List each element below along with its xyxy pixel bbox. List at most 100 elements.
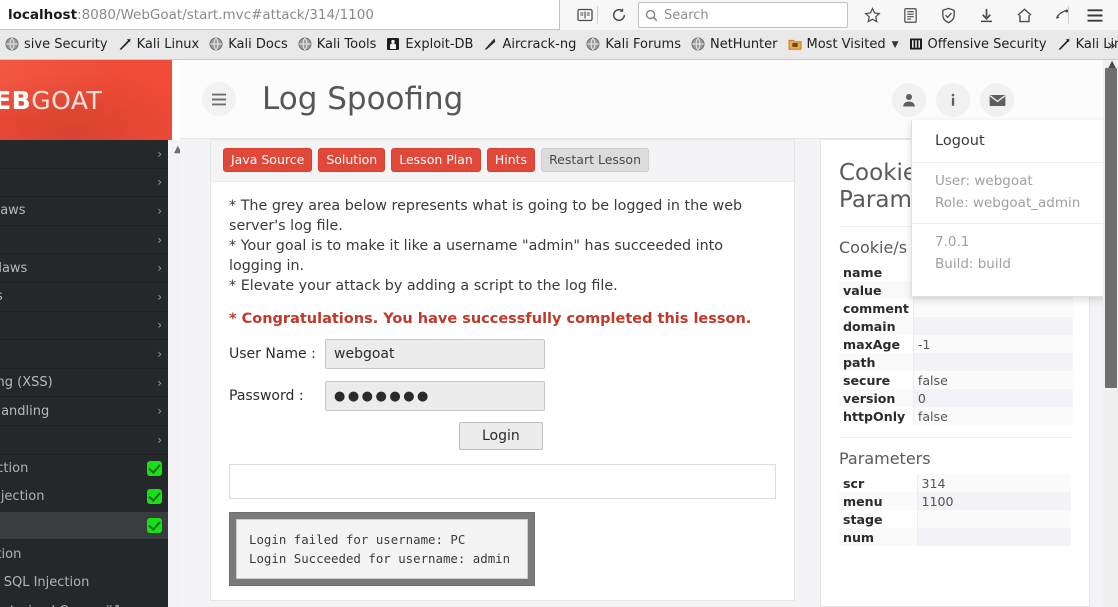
- address-bar[interactable]: localhost:8080/WebGoat/start.mvc#attack/…: [0, 0, 560, 30]
- home-icon[interactable]: [1007, 1, 1041, 29]
- sidebar-item-9[interactable]: er Error Handling ›: [0, 397, 172, 426]
- sync-icon[interactable]: [1045, 1, 1079, 29]
- sidebar-item-1[interactable]: ›: [0, 169, 172, 198]
- table-row: version 0: [839, 389, 1074, 407]
- table-row: menu 1100: [839, 492, 1071, 510]
- chrome-divider-2: [1068, 6, 1069, 24]
- webgoat-logo[interactable]: WEBGOAT: [0, 60, 172, 140]
- cookie-key: maxAge: [843, 336, 901, 352]
- completed-check-icon: [147, 518, 162, 534]
- lesson-output-empty-box: [229, 464, 776, 499]
- brand-text: WEBGOAT: [0, 86, 102, 115]
- password-input[interactable]: ●●●●●●●: [325, 381, 545, 411]
- sidebar-item-label: Overflows: [0, 289, 3, 304]
- param-key: num: [839, 528, 917, 546]
- sidebar-item-15[interactable]: 1: String SQL Injection: [0, 569, 172, 598]
- chevron-right-icon: ›: [157, 346, 162, 361]
- user-icon[interactable]: [892, 83, 926, 117]
- globe-icon: [5, 37, 20, 52]
- sidebar-item-label: QL Injection: [0, 546, 22, 562]
- globe-icon: [586, 37, 601, 52]
- param-value: [916, 528, 1071, 546]
- bookmark-item[interactable]: sive Security: [0, 33, 113, 57]
- bookmark-item[interactable]: Kali Tools: [293, 33, 382, 57]
- sidebar-item-16[interactable]: 2: Parameterized Query #1: [0, 598, 172, 607]
- shield-icon[interactable]: [931, 1, 965, 29]
- sidebar-item-2[interactable]: Control Flaws ›: [0, 197, 172, 226]
- search-box[interactable]: Search: [638, 2, 848, 28]
- sidebar-item-0[interactable]: ction›: [0, 140, 172, 169]
- sidebar-item-8[interactable]: te Scripting (XSS) ›: [0, 369, 172, 398]
- chevron-right-icon: ›: [157, 318, 162, 333]
- bookmarks-overflow-button[interactable]: »: [1107, 36, 1116, 54]
- page-viewport: WEBGOAT ction› › Control Flaws › ecurity›…: [0, 60, 1118, 607]
- restart-lesson-button[interactable]: Restart Lesson: [541, 148, 649, 172]
- reader-view-icon[interactable]: [570, 1, 600, 29]
- logout-menu-item[interactable]: Logout: [912, 120, 1117, 162]
- param-value: [916, 510, 1071, 528]
- table-row: path: [839, 353, 1074, 371]
- bookmark-item[interactable]: Kali Docs: [204, 33, 293, 57]
- solution-button[interactable]: Solution: [318, 148, 386, 172]
- bookmark-item[interactable]: Aircrack-ng: [478, 33, 581, 57]
- congratulations-message: * Congratulations. You have successfully…: [229, 311, 752, 327]
- sidebar-item-6[interactable]: uality›: [0, 312, 172, 341]
- sidebar-item-14[interactable]: QL Injection: [0, 540, 172, 569]
- download-icon[interactable]: [969, 1, 1003, 29]
- sidebar-item-4[interactable]: tication Flaws ›: [0, 254, 172, 283]
- version-text: 7.0.1: [935, 234, 970, 250]
- brand-goat: GOAT: [31, 85, 103, 115]
- sidebar-item-11[interactable]: and Injection: [0, 455, 172, 484]
- sidebar-item-7[interactable]: rency›: [0, 340, 172, 369]
- login-button[interactable]: Login: [459, 422, 543, 450]
- globe-icon: [298, 37, 313, 52]
- bookmark-item[interactable]: Offensive Security: [904, 33, 1052, 57]
- username-label: User Name :: [229, 346, 316, 362]
- sidebar-item-5[interactable]: Overflows ›: [0, 283, 172, 312]
- sidebar-item-label: tication Flaws: [0, 260, 28, 276]
- lesson-plan-button[interactable]: Lesson Plan: [391, 148, 481, 172]
- bookmark-item[interactable]: Exploit-DB: [381, 33, 478, 57]
- cookie-key: name: [843, 264, 883, 280]
- log-output-text: Login failed for username: PC Login Succ…: [236, 519, 528, 579]
- user-dropdown-menu: Logout User: webgoat Role: webgoat_admin…: [911, 120, 1118, 297]
- param-key: menu: [839, 492, 917, 510]
- mail-icon[interactable]: [980, 83, 1014, 117]
- page-scrollbar[interactable]: ▲: [1103, 60, 1118, 607]
- bookmark-label: Kali Linux: [136, 37, 200, 52]
- library-icon[interactable]: [893, 1, 927, 29]
- param-key: stage: [843, 511, 883, 527]
- bookmark-item[interactable]: Kali Forums: [581, 33, 686, 57]
- username-input[interactable]: webgoat: [325, 339, 545, 369]
- java-source-button[interactable]: Java Source: [223, 148, 313, 172]
- table-row: secure false: [839, 371, 1074, 389]
- content-scrollbar-track[interactable]: [168, 140, 180, 607]
- chevron-right-icon: ›: [157, 261, 162, 276]
- dragon-icon: [118, 37, 133, 52]
- sidebar-item-log-spoofing[interactable]: oofing: [0, 511, 172, 541]
- reload-icon[interactable]: [604, 1, 634, 29]
- user-info-group: User: webgoat Role: webgoat_admin: [912, 162, 1117, 223]
- param-value: 314: [916, 474, 1071, 492]
- chevron-right-icon: ›: [157, 203, 162, 218]
- globe-icon: [691, 37, 706, 52]
- cookie-key: secure: [843, 372, 891, 388]
- hamburger-menu-icon[interactable]: [1080, 1, 1110, 29]
- sidebar-item-3[interactable]: ecurity›: [0, 226, 172, 255]
- sidebar-toggle-button[interactable]: [202, 82, 236, 116]
- sidebar-item-10[interactable]: n Flaws›: [0, 426, 172, 455]
- bookmark-item[interactable]: NetHunter: [686, 33, 783, 57]
- hints-button[interactable]: Hints: [486, 148, 536, 172]
- page-scrollbar-thumb[interactable]: [1105, 68, 1117, 388]
- page-title: Log Spoofing: [262, 81, 464, 117]
- cookie-key: path: [839, 353, 914, 371]
- bookmark-item[interactable]: Kali Linux: [113, 33, 205, 57]
- cookie-key: domain: [839, 317, 914, 335]
- sidebar-item-label: and Injection: [0, 460, 29, 476]
- table-row: comment: [839, 299, 1074, 317]
- star-icon[interactable]: [855, 1, 889, 29]
- sidebar-item-label: ic SQL Injection: [0, 489, 45, 505]
- bookmark-folder-most-visited[interactable]: Most Visited ▼: [783, 33, 904, 57]
- info-icon[interactable]: [936, 83, 970, 117]
- sidebar-item-12[interactable]: ic SQL Injection: [0, 483, 172, 512]
